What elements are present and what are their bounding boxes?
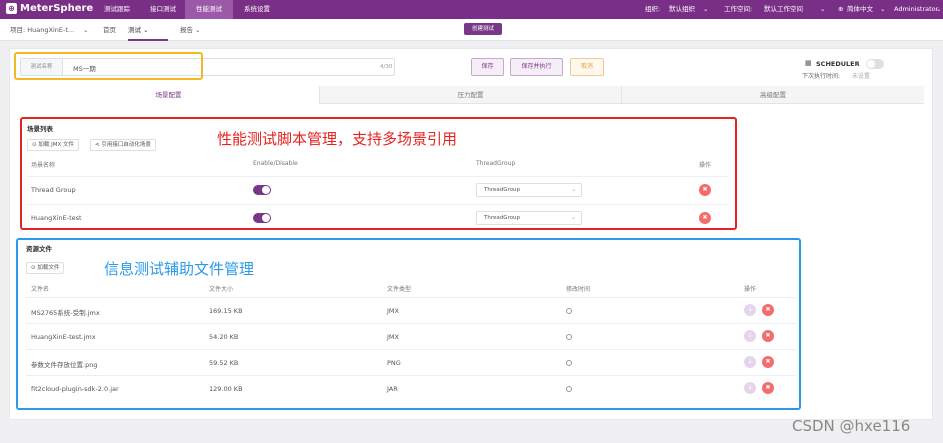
char-count: 4/30 bbox=[380, 64, 393, 70]
next-exec-label: 下次执行时间: bbox=[802, 73, 841, 80]
next-exec-value: 未设置 bbox=[852, 73, 871, 80]
org-label: 组织: bbox=[645, 5, 661, 13]
chevron-down-icon: ⌄ bbox=[83, 26, 89, 34]
save-and-run-button[interactable]: 保存并执行 bbox=[510, 58, 563, 76]
project-selector[interactable]: 项目: HuangXinE-t... bbox=[10, 19, 74, 41]
workspace-select[interactable]: 默认工作空间 bbox=[764, 0, 803, 19]
chevron-down-icon: ⌄ bbox=[880, 5, 886, 13]
logo-icon: ⊕ bbox=[6, 3, 17, 14]
workspace-label: 工作空间: bbox=[724, 5, 753, 13]
subnav-report-label: 报告 bbox=[180, 26, 193, 34]
chevron-down-icon: ⌄ bbox=[195, 26, 201, 34]
annotation-box-yellow bbox=[14, 52, 203, 80]
create-test-button[interactable]: 创建测试 bbox=[464, 23, 502, 35]
tab-advanced-config[interactable]: 高级配置 bbox=[622, 86, 924, 104]
tab-scene-config[interactable]: 场景配置 bbox=[18, 86, 320, 104]
subnav-test-label: 测试 bbox=[128, 26, 141, 34]
chevron-down-icon: ⌄ bbox=[703, 5, 709, 13]
globe-icon: ⊕ bbox=[838, 5, 844, 13]
top-navbar: ⊕ MeterSphere 测试跟踪 接口测试 性能测试 系统设置 组织: 默认… bbox=[0, 0, 943, 19]
scheduler-label: SCHEDULER bbox=[816, 60, 860, 68]
calendar-icon: ▦ bbox=[805, 59, 812, 67]
chevron-down-icon: ⌄ bbox=[936, 5, 942, 13]
watermark: CSDN @hxe116 bbox=[792, 417, 911, 435]
annotation-text-red: 性能测试脚本管理，支持多场景引用 bbox=[217, 130, 458, 148]
nav-api-test[interactable]: 接口测试 bbox=[141, 0, 185, 19]
logo-text: MeterSphere bbox=[20, 3, 94, 14]
chevron-down-icon: ⌄ bbox=[143, 26, 149, 34]
language-select[interactable]: 简体中文 bbox=[847, 0, 873, 19]
scheduler-toggle[interactable] bbox=[866, 59, 884, 69]
org-select[interactable]: 默认组织 bbox=[669, 0, 695, 19]
subnav-test[interactable]: 测试 ⌄ bbox=[128, 19, 168, 41]
cancel-button[interactable]: 取消 bbox=[570, 58, 604, 76]
subnav-report[interactable]: 报告 ⌄ bbox=[180, 19, 201, 41]
project-subnav: 项目: HuangXinE-t... ⌄ 首页 测试 ⌄ 报告 ⌄ 创建测试 bbox=[0, 19, 943, 41]
subnav-home[interactable]: 首页 bbox=[103, 19, 116, 41]
nav-test-track[interactable]: 测试跟踪 bbox=[93, 0, 141, 19]
nav-performance-test[interactable]: 性能测试 bbox=[185, 0, 233, 19]
chevron-down-icon: ⌄ bbox=[820, 5, 826, 13]
tab-pressure-config[interactable]: 压力配置 bbox=[320, 86, 622, 104]
annotation-box-blue bbox=[16, 238, 801, 410]
user-menu[interactable]: Administrator bbox=[894, 0, 938, 19]
nav-system-settings[interactable]: 系统设置 bbox=[233, 0, 281, 19]
save-button[interactable]: 保存 bbox=[471, 58, 504, 76]
app-logo[interactable]: ⊕ MeterSphere bbox=[6, 3, 93, 14]
